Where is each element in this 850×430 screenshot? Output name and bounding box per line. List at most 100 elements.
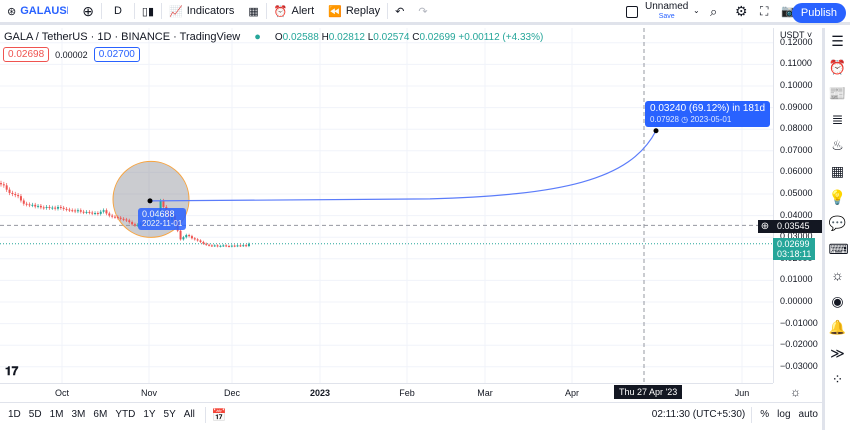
alarm-icon: ⏰ xyxy=(273,5,288,18)
start-date: 2022-11-01 xyxy=(142,219,183,228)
candle-body xyxy=(247,243,250,247)
auto-toggle[interactable]: auto xyxy=(795,409,822,420)
projection-label[interactable]: 0.03240 (69.12%) in 181d 0.07928 ◷ 2023-… xyxy=(645,101,771,127)
chat-icon[interactable]: 💬 xyxy=(829,214,847,232)
indicators-icon: 📈 xyxy=(169,5,183,18)
symbol-title: GALA / TetherUS · 1D · BINANCE · Trading… xyxy=(4,31,241,43)
indicators-button[interactable]: 📈 Indicators xyxy=(162,0,241,22)
candle-body xyxy=(125,219,128,221)
range-6m[interactable]: 6M xyxy=(89,409,111,420)
candle-body xyxy=(190,236,193,239)
bid-ask: 0.02698 0.00002 0.02700 xyxy=(3,47,140,62)
time-label: 2023 xyxy=(309,388,331,398)
chart-type-button[interactable]: ▯▮ xyxy=(135,0,161,22)
candle-body xyxy=(193,238,196,240)
hotlist-icon[interactable]: ♨ xyxy=(829,136,847,154)
candle-body xyxy=(45,206,48,208)
candle-body xyxy=(116,217,119,219)
range-5y[interactable]: 5Y xyxy=(160,409,180,420)
time-axis[interactable]: Thu 27 Apr '23 ☼ Oct Nov Dec 2023 Feb Mar Apr J… xyxy=(0,383,801,401)
sell-button[interactable]: 0.02698 xyxy=(3,47,50,62)
candle-body xyxy=(222,245,225,247)
candle-body xyxy=(42,207,45,209)
clock[interactable]: 02:11:30 (UTC+5:30) xyxy=(652,409,751,420)
price-label: −0.02000 xyxy=(780,339,818,350)
candle-body xyxy=(85,211,88,213)
tradingview-logo[interactable]: 𝟏𝟕 xyxy=(5,364,18,379)
compare-button[interactable]: ⊕ xyxy=(75,0,101,22)
open-value: 0.02588 xyxy=(282,31,319,43)
crosshair-price: ⊕ 0.03545 xyxy=(758,220,822,233)
add-list-icon[interactable]: ≣ xyxy=(829,110,847,128)
replay-button[interactable]: ⏪ Replay xyxy=(321,0,387,22)
percent-toggle[interactable]: % xyxy=(752,409,773,420)
divider xyxy=(204,406,206,423)
ideas-bulb-icon[interactable]: ☼ xyxy=(829,266,847,284)
projection-start-point xyxy=(147,198,153,204)
price-label: 0.08000 xyxy=(780,123,813,134)
range-1d[interactable]: 1D xyxy=(4,409,25,420)
candle-body xyxy=(128,220,131,223)
chart-pane[interactable] xyxy=(0,28,773,383)
candle-body xyxy=(79,210,82,212)
search-icon[interactable]: ⌕ xyxy=(710,4,717,20)
candle-body xyxy=(225,245,228,247)
notifications-icon[interactable]: 🔔 xyxy=(829,318,847,336)
apps-icon[interactable]: ⁘ xyxy=(829,370,847,388)
range-1y[interactable]: 1Y xyxy=(139,409,159,420)
log-toggle[interactable]: log xyxy=(773,409,794,420)
candle-body xyxy=(210,245,213,247)
candle-body xyxy=(94,213,97,215)
range-1m[interactable]: 1M xyxy=(46,409,68,420)
price-axis[interactable]: USDT ˅ 0.12000 0.11000 0.10000 0.09000 0.080… xyxy=(773,28,822,383)
last-price: 0.02699 xyxy=(777,239,810,249)
candle-body xyxy=(76,210,79,212)
start-point-label[interactable]: 0.04688 2022-11-01 xyxy=(138,208,187,230)
add-alert-icon[interactable]: ⊕ xyxy=(758,220,772,233)
range-ytd[interactable]: YTD xyxy=(111,409,139,420)
price-chart[interactable] xyxy=(0,28,773,383)
range-all[interactable]: All xyxy=(180,409,199,420)
alert-button[interactable]: ⏰ Alert xyxy=(267,0,321,22)
range-3m[interactable]: 3M xyxy=(68,409,90,420)
time-label: Dec xyxy=(223,388,241,398)
buy-button[interactable]: 0.02700 xyxy=(93,47,140,62)
ideas-icon[interactable]: 💡 xyxy=(829,188,847,206)
templates-button[interactable]: ▦ xyxy=(241,0,265,22)
save-link[interactable]: Save xyxy=(645,12,688,22)
time-label: Oct xyxy=(54,388,70,398)
candle-body xyxy=(39,205,42,208)
price-label: 0.11000 xyxy=(780,58,812,69)
fullscreen-icon[interactable]: ⛶ xyxy=(760,4,768,19)
range-5d[interactable]: 5D xyxy=(25,409,46,420)
candle-body xyxy=(5,185,8,190)
candle-body xyxy=(71,210,74,212)
streams-icon[interactable]: ⌨ xyxy=(829,240,849,258)
signal-icon[interactable]: ≫ xyxy=(829,344,847,362)
watchlist-icon[interactable]: ☰ xyxy=(829,32,847,50)
projection-target: 0.07928 xyxy=(650,115,679,124)
candle-body xyxy=(108,213,111,216)
undo-button[interactable]: ↶ xyxy=(388,0,411,22)
candle-body xyxy=(185,235,188,238)
layout-checkbox[interactable] xyxy=(626,6,638,18)
candle-body xyxy=(65,208,68,210)
symbol-search[interactable]: ⊛GALAUSDT xyxy=(0,0,75,22)
publish-button[interactable]: Publish xyxy=(791,3,846,23)
change-value: +0.00112 (+4.33%) xyxy=(458,31,544,43)
gear-icon[interactable]: ⚙ xyxy=(735,3,748,20)
sun-icon[interactable]: ☼ xyxy=(790,385,801,399)
news-icon[interactable]: 📰 xyxy=(829,84,847,102)
layout-name[interactable]: Unnamed Save xyxy=(645,2,688,22)
price-label: 0.05000 xyxy=(780,188,813,198)
interval-button[interactable]: D xyxy=(102,0,134,22)
redo-button[interactable]: ↷ xyxy=(411,0,434,22)
candle-body xyxy=(11,192,14,194)
candle-body xyxy=(111,215,114,217)
candle-body xyxy=(208,244,211,246)
calendar-icon[interactable]: ▦ xyxy=(829,162,847,180)
chevron-down-icon[interactable]: ⌄ xyxy=(693,6,700,15)
broadcast-icon[interactable]: ◉ xyxy=(829,292,847,310)
goto-date-icon[interactable]: 📅 xyxy=(212,408,227,422)
alarm-clock-icon[interactable]: ⏰ xyxy=(829,58,847,76)
